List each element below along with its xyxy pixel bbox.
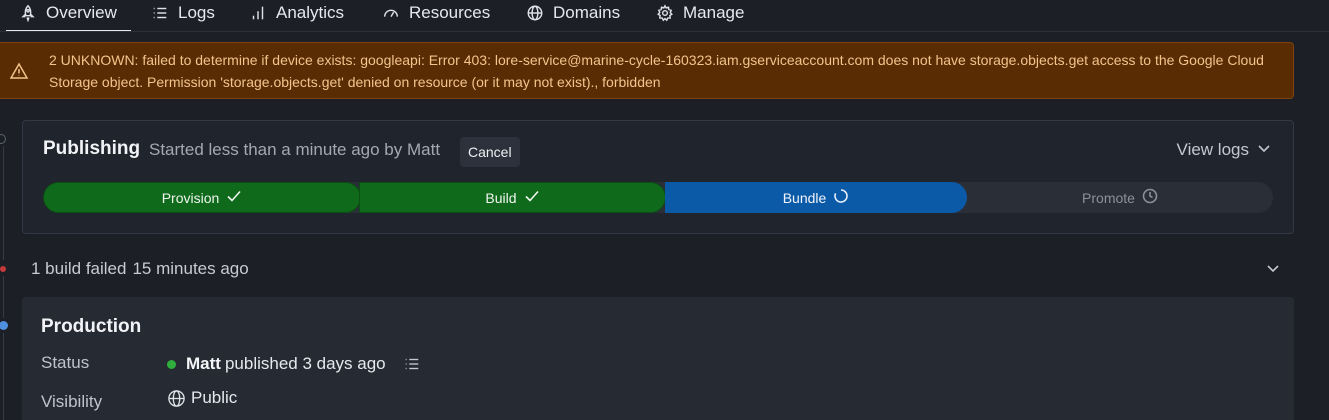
check-icon	[226, 188, 242, 207]
timeline-line	[3, 333, 4, 420]
timeline-line	[3, 276, 4, 318]
chevron-down-icon[interactable]	[1266, 261, 1280, 275]
globe-icon	[167, 389, 186, 408]
visibility-value: Public	[167, 388, 237, 408]
list-icon	[150, 3, 170, 23]
view-logs-button[interactable]: View logs	[1177, 140, 1271, 160]
tab-domains[interactable]: Domains	[525, 0, 620, 31]
tab-manage-label: Manage	[683, 3, 745, 22]
production-card: Production Status Matt published 3 days …	[22, 297, 1294, 420]
spinner-icon	[833, 188, 849, 207]
build-failed-time: 15 minutes ago	[132, 259, 249, 278]
publishing-title: Publishing	[43, 138, 141, 159]
production-title: Production	[41, 316, 142, 337]
tab-overview[interactable]: Overview	[6, 0, 131, 32]
visibility-label: Visibility	[41, 392, 103, 411]
visibility-text: Public	[191, 388, 238, 407]
timeline-line	[3, 146, 4, 260]
gauge-icon	[381, 3, 401, 23]
error-banner: 2 UNKNOWN: failed to determine if device…	[0, 42, 1294, 99]
tab-manage[interactable]: Manage	[655, 0, 744, 31]
publish-steps: Provision Build Bundle Promote	[43, 182, 1273, 213]
build-failed-row[interactable]: 1 build failed 15 minutes ago	[31, 259, 249, 279]
status-value: Matt published 3 days ago	[167, 354, 421, 374]
step-promote: Promote	[967, 182, 1273, 213]
timeline-node-failed	[0, 266, 6, 272]
tab-analytics[interactable]: Analytics	[248, 0, 344, 31]
step-bundle-label: Bundle	[782, 189, 827, 206]
step-build: Build	[359, 182, 666, 213]
step-provision-label: Provision	[161, 189, 220, 206]
tab-logs[interactable]: Logs	[150, 0, 215, 31]
gear-icon	[655, 3, 675, 23]
nav-divider	[0, 31, 1329, 32]
timeline-node-publishing	[0, 134, 6, 144]
tab-overview-label: Overview	[46, 3, 117, 22]
clock-icon	[1142, 188, 1158, 207]
status-user: Matt	[186, 354, 221, 373]
step-promote-label: Promote	[1082, 189, 1135, 206]
check-icon	[524, 188, 540, 207]
warning-icon	[9, 61, 29, 81]
publishing-subtitle: Started less than a minute ago by Matt	[149, 140, 441, 159]
status-label: Status	[41, 353, 90, 372]
bar-chart-icon	[248, 3, 268, 23]
deployment-overview-page: Overview Logs Analytics Resources Domain…	[0, 0, 1329, 420]
tab-resources[interactable]: Resources	[381, 0, 490, 31]
step-bundle: Bundle	[665, 182, 967, 213]
status-text: published 3 days ago	[224, 354, 386, 373]
tab-domains-label: Domains	[553, 3, 621, 22]
rocket-icon	[18, 3, 38, 23]
cancel-button[interactable]: Cancel	[460, 137, 520, 167]
tab-analytics-label: Analytics	[276, 3, 345, 22]
publishing-card: Publishing Started less than a minute ag…	[22, 120, 1294, 234]
top-nav: Overview Logs Analytics Resources Domain…	[0, 0, 1329, 32]
status-dot	[167, 359, 176, 369]
chevron-down-icon	[1257, 140, 1271, 160]
step-build-label: Build	[485, 189, 517, 206]
list-icon[interactable]	[403, 355, 421, 373]
view-logs-label: View logs	[1176, 140, 1249, 159]
error-message: 2 UNKNOWN: failed to determine if device…	[49, 52, 1264, 90]
step-provision: Provision	[43, 182, 361, 213]
build-failed-label: 1 build failed	[31, 259, 127, 278]
tab-logs-label: Logs	[178, 3, 215, 22]
tab-resources-label: Resources	[409, 3, 491, 22]
timeline-node-production	[0, 321, 8, 330]
globe-icon	[525, 3, 545, 23]
